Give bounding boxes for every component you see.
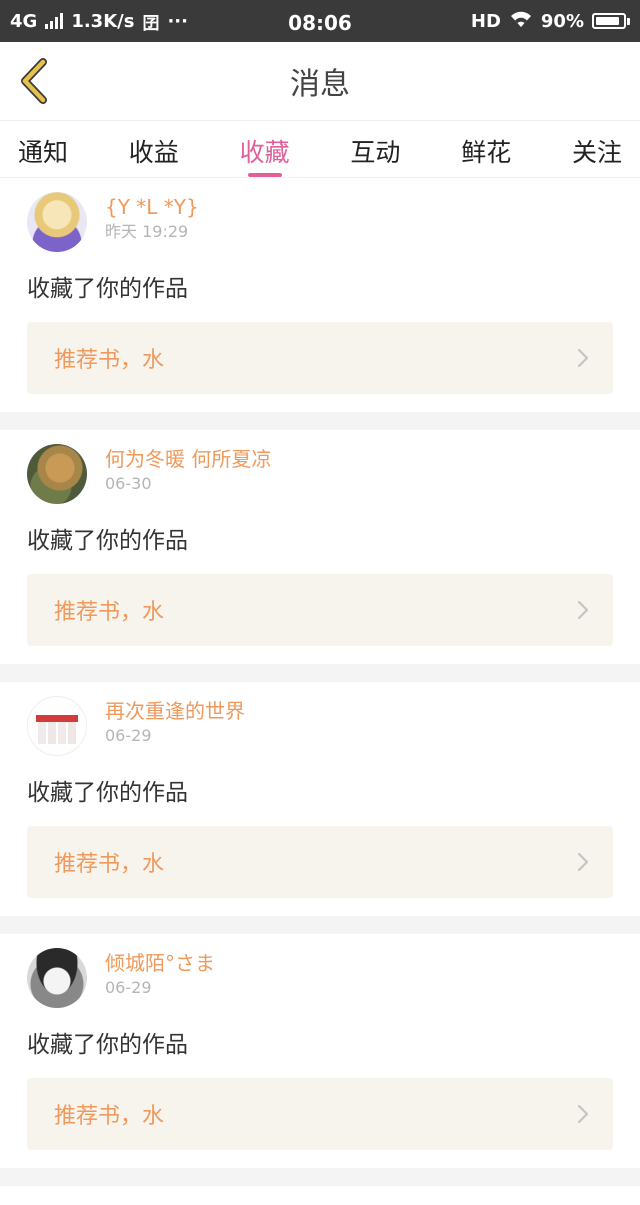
network-speed: 1.3K/s (71, 10, 135, 32)
action-text: 收藏了你的作品 (27, 528, 188, 554)
hd-indicator: HD (470, 10, 501, 32)
tab-favorites[interactable]: 收藏 (240, 121, 290, 177)
battery-icon (592, 13, 630, 29)
chevron-right-icon (577, 348, 589, 368)
message-card: 倾城陌°さま 06-29 收藏了你的作品 推荐书，水 (0, 934, 640, 1168)
username[interactable]: 再次重逢的世界 (105, 698, 245, 724)
timestamp: 06-29 (105, 726, 152, 745)
book-title: 推荐书，水 (54, 348, 165, 373)
signal-icon (45, 13, 64, 29)
chevron-right-icon (577, 1104, 589, 1124)
message-card: {Y *L *Y} 昨天 19:29 收藏了你的作品 推荐书，水 (0, 178, 640, 412)
book-link[interactable]: 推荐书，水 (27, 826, 613, 898)
tab-notice[interactable]: 通知 (18, 121, 68, 177)
action-text: 收藏了你的作品 (27, 276, 188, 302)
network-type: 4G (10, 10, 38, 32)
chevron-right-icon (577, 600, 589, 620)
username[interactable]: 何为冬暖 何所夏凉 (105, 446, 271, 472)
action-text: 收藏了你的作品 (27, 780, 188, 806)
username[interactable]: 倾城陌°さま (105, 950, 215, 976)
avatar[interactable] (27, 192, 87, 252)
back-button[interactable] (4, 42, 64, 120)
divider (0, 412, 640, 430)
more-icon: ··· (167, 10, 188, 32)
book-link[interactable]: 推荐书，水 (27, 322, 613, 394)
battery-percent: 90% (540, 10, 584, 32)
avatar[interactable] (27, 696, 87, 756)
avatar-figures-icon (36, 715, 78, 744)
book-title: 推荐书，水 (54, 852, 165, 877)
divider (0, 664, 640, 682)
nav-bar: 消息 (0, 42, 640, 121)
chevron-left-icon (21, 58, 47, 104)
book-link[interactable]: 推荐书，水 (27, 574, 613, 646)
status-bar: 4G 1.3K/s 囝 ··· HD 90% (0, 0, 640, 42)
chevron-right-icon (577, 852, 589, 872)
avatar[interactable] (27, 948, 87, 1008)
divider (0, 1168, 640, 1186)
username[interactable]: {Y *L *Y} (105, 194, 199, 220)
tab-earnings[interactable]: 收益 (129, 121, 179, 177)
timestamp: 06-29 (105, 978, 152, 997)
timestamp: 06-30 (105, 474, 152, 493)
book-title: 推荐书，水 (54, 600, 165, 625)
avatar[interactable] (27, 444, 87, 504)
message-card: 再次重逢的世界 06-29 收藏了你的作品 推荐书，水 (0, 682, 640, 916)
divider (0, 916, 640, 934)
book-link[interactable]: 推荐书，水 (27, 1078, 613, 1150)
tab-bar: 通知 收益 收藏 互动 鲜花 关注 (0, 121, 640, 178)
tab-interaction[interactable]: 互动 (350, 121, 400, 177)
action-text: 收藏了你的作品 (27, 1032, 188, 1058)
wifi-icon (509, 10, 533, 33)
page-title: 消息 (290, 67, 350, 102)
notification-icon: 囝 (142, 13, 160, 34)
message-card: 何为冬暖 何所夏凉 06-30 收藏了你的作品 推荐书，水 (0, 430, 640, 664)
tab-follow[interactable]: 关注 (572, 121, 622, 177)
book-title: 推荐书，水 (54, 1104, 165, 1129)
timestamp: 昨天 19:29 (105, 222, 189, 241)
tab-flowers[interactable]: 鲜花 (461, 121, 511, 177)
